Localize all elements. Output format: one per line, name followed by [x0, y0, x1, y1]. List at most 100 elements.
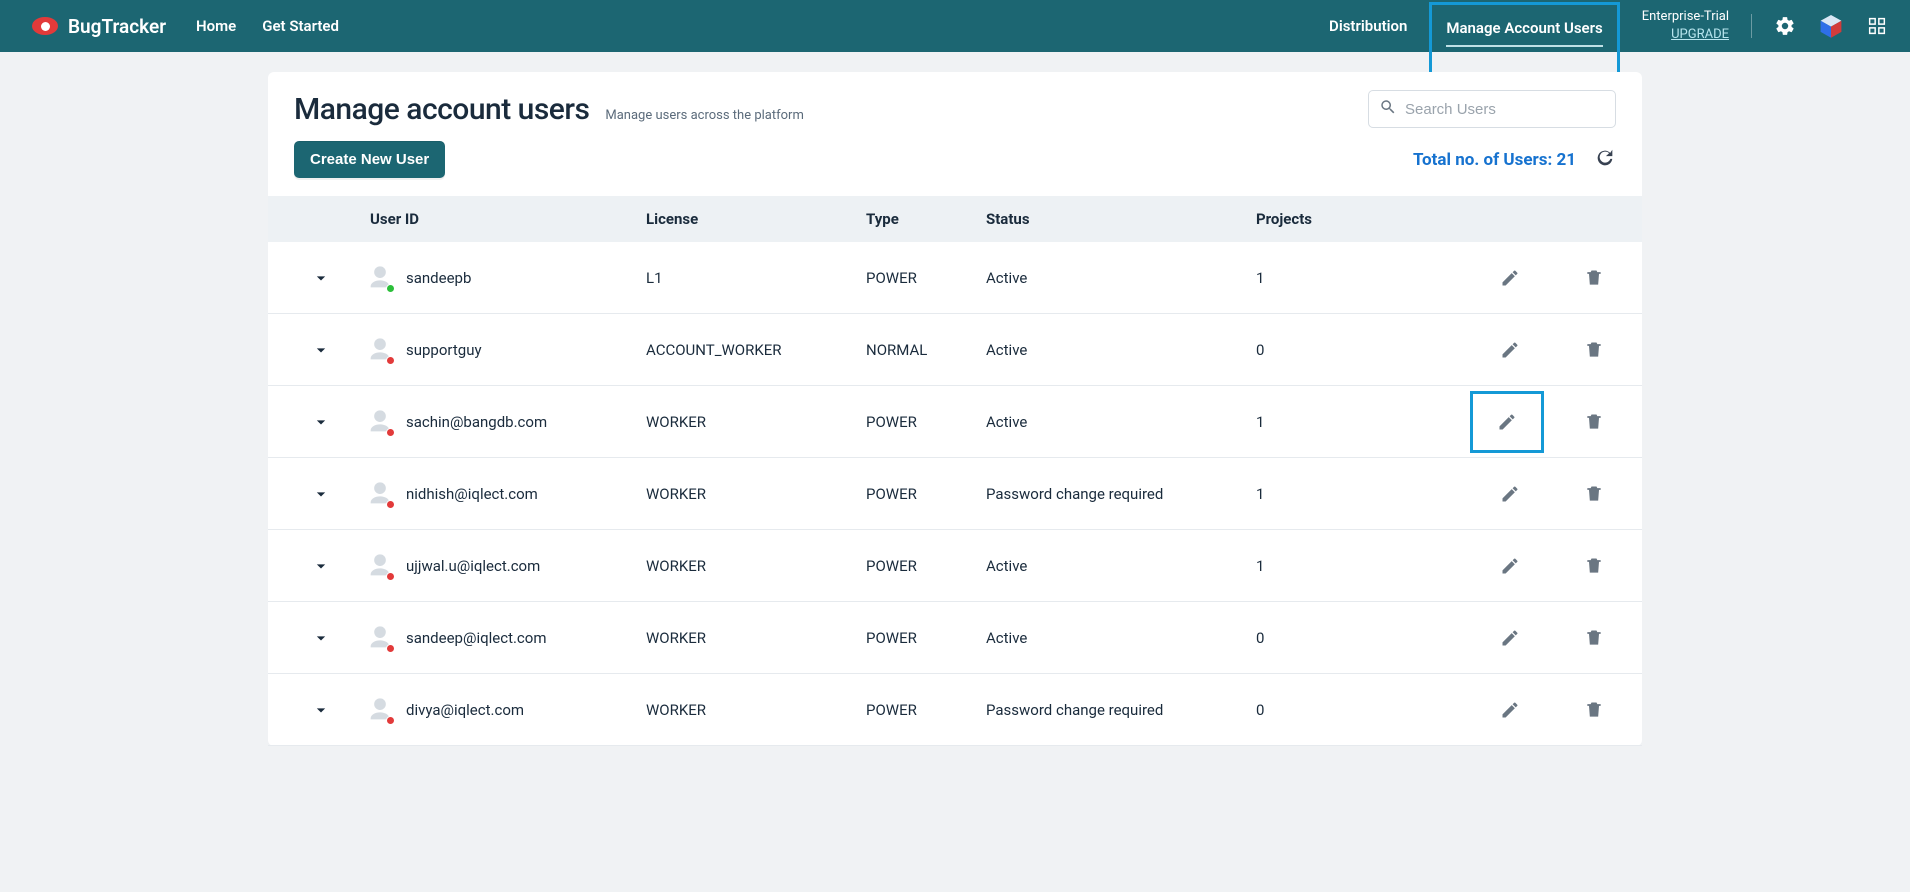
delete-button[interactable] [1584, 412, 1604, 432]
user-cell: divya@iqlect.com [366, 696, 646, 724]
chevron-down-icon [311, 340, 331, 360]
delete-button[interactable] [1584, 340, 1604, 360]
user-id: sachin@bangdb.com [406, 413, 547, 431]
search-icon [1379, 98, 1397, 120]
edit-button[interactable] [1500, 340, 1520, 360]
license-cell: ACCOUNT_WORKER [646, 341, 866, 359]
chevron-down-icon [311, 628, 331, 648]
expand-row-button[interactable] [276, 484, 366, 504]
chevron-down-icon [311, 700, 331, 720]
user-id: nidhish@iqlect.com [406, 485, 538, 503]
logo[interactable]: BugTracker [32, 15, 166, 38]
table-header: User ID License Type Status Projects [268, 196, 1642, 242]
table-row: divya@iqlect.com WORKER POWER Password c… [268, 674, 1642, 746]
trash-icon [1584, 700, 1604, 720]
projects-cell: 0 [1256, 341, 1426, 359]
nav-get-started[interactable]: Get Started [262, 17, 339, 35]
edit-icon [1500, 340, 1520, 360]
avatar [366, 696, 394, 724]
presence-dot [386, 500, 395, 509]
delete-button[interactable] [1584, 556, 1604, 576]
trash-icon [1584, 556, 1604, 576]
table-row: sachin@bangdb.com WORKER POWER Active 1 [268, 386, 1642, 458]
projects-cell: 1 [1256, 413, 1426, 431]
status-cell: Password change required [986, 485, 1256, 503]
edit-icon [1497, 412, 1517, 432]
status-cell: Password change required [986, 701, 1256, 719]
license-cell: WORKER [646, 413, 866, 431]
table-row: supportguy ACCOUNT_WORKER NORMAL Active … [268, 314, 1642, 386]
refresh-icon[interactable] [1594, 147, 1616, 173]
apps-grid-icon[interactable] [1866, 15, 1888, 37]
chevron-down-icon [311, 268, 331, 288]
th-status: Status [986, 210, 1256, 228]
user-cell: ujjwal.u@iqlect.com [366, 552, 646, 580]
edit-button[interactable] [1497, 412, 1517, 432]
divider [1751, 14, 1752, 38]
nav-manage-account-users[interactable]: Manage Account Users [1446, 19, 1602, 37]
delete-button[interactable] [1584, 700, 1604, 720]
search-box[interactable] [1368, 90, 1616, 128]
delete-button[interactable] [1584, 268, 1604, 288]
type-cell: POWER [866, 413, 986, 431]
row-actions [1538, 340, 1634, 360]
projects-cell: 1 [1256, 485, 1426, 503]
nav-home[interactable]: Home [196, 17, 236, 35]
expand-row-button[interactable] [276, 412, 366, 432]
user-cell: sandeepb [366, 264, 646, 292]
chevron-down-icon [311, 484, 331, 504]
user-cell: sandeep@iqlect.com [366, 624, 646, 652]
trash-icon [1584, 484, 1604, 504]
projects-cell: 0 [1256, 629, 1426, 647]
expand-row-button[interactable] [276, 268, 366, 288]
status-cell: Active [986, 629, 1256, 647]
user-id: divya@iqlect.com [406, 701, 524, 719]
presence-dot [386, 572, 395, 581]
expand-row-button[interactable] [276, 340, 366, 360]
delete-button[interactable] [1584, 484, 1604, 504]
edit-button[interactable] [1500, 628, 1520, 648]
nav-left: Home Get Started [196, 17, 339, 35]
trash-icon [1584, 268, 1604, 288]
expand-row-button[interactable] [276, 700, 366, 720]
avatar [366, 552, 394, 580]
status-cell: Active [986, 341, 1256, 359]
presence-dot [386, 284, 395, 293]
edit-icon [1500, 700, 1520, 720]
license-cell: WORKER [646, 485, 866, 503]
product-switch-icon[interactable] [1818, 13, 1844, 39]
chevron-down-icon [311, 412, 331, 432]
delete-button[interactable] [1584, 628, 1604, 648]
status-cell: Active [986, 413, 1256, 431]
row-actions [1538, 700, 1634, 720]
table-row: sandeep@iqlect.com WORKER POWER Active 0 [268, 602, 1642, 674]
type-cell: POWER [866, 485, 986, 503]
expand-row-button[interactable] [276, 556, 366, 576]
type-cell: POWER [866, 269, 986, 287]
edit-button[interactable] [1500, 700, 1520, 720]
upgrade-link[interactable]: UPGRADE [1671, 27, 1729, 42]
create-user-button[interactable]: Create New User [294, 141, 445, 178]
table-row: nidhish@iqlect.com WORKER POWER Password… [268, 458, 1642, 530]
projects-cell: 1 [1256, 557, 1426, 575]
expand-row-button[interactable] [276, 628, 366, 648]
th-user-id: User ID [366, 210, 646, 228]
trash-icon [1584, 412, 1604, 432]
projects-cell: 1 [1256, 269, 1426, 287]
user-id: sandeepb [406, 269, 471, 287]
edit-button[interactable] [1500, 268, 1520, 288]
avatar [366, 336, 394, 364]
trash-icon [1584, 340, 1604, 360]
status-cell: Active [986, 269, 1256, 287]
row-actions [1538, 268, 1634, 288]
edit-button[interactable] [1500, 556, 1520, 576]
row-actions [1538, 556, 1634, 576]
edit-button[interactable] [1500, 484, 1520, 504]
trash-icon [1584, 628, 1604, 648]
th-type: Type [866, 210, 986, 228]
search-input[interactable] [1405, 101, 1605, 118]
gear-icon[interactable] [1774, 15, 1796, 37]
user-cell: nidhish@iqlect.com [366, 480, 646, 508]
table-body: sandeepb L1 POWER Active 1 supportguy [268, 242, 1642, 746]
nav-distribution[interactable]: Distribution [1329, 17, 1407, 35]
